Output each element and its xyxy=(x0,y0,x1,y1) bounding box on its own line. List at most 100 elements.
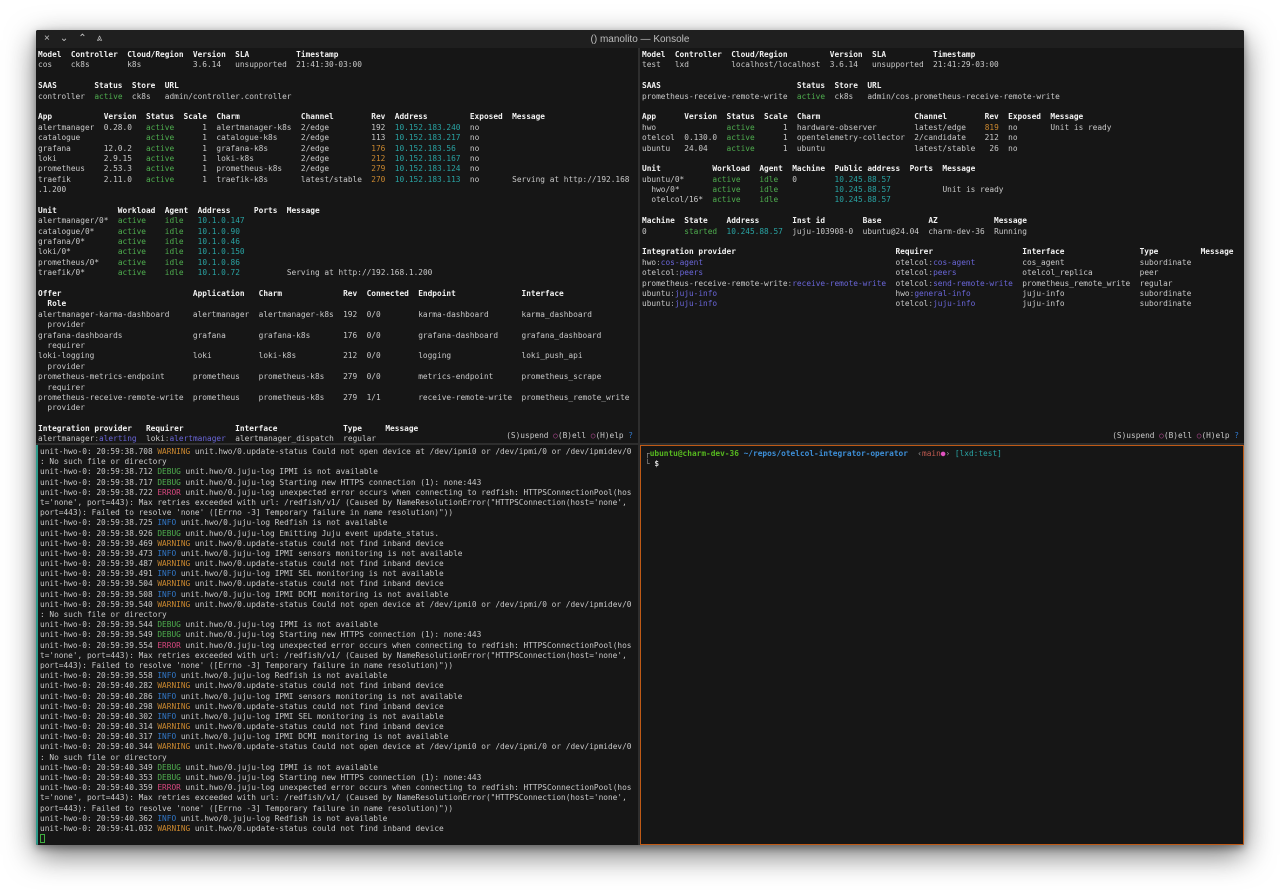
terminal-line: traefik/0* active idle 10.1.0.72 Serving… xyxy=(38,268,638,278)
window-title: () manolito — Konsole xyxy=(36,34,1244,45)
terminal-line: ubuntu:juju-info otelcol:juju-info juju-… xyxy=(642,299,1244,309)
terminal-line: unit-hwo-0: 20:59:38.926 DEBUG unit.hwo/… xyxy=(40,529,638,539)
terminal-line: unit-hwo-0: 20:59:40.298 WARNING unit.hw… xyxy=(40,702,638,712)
terminal-line: ubuntu 24.04 active 1 ubuntu latest/stab… xyxy=(642,144,1244,154)
terminal-line xyxy=(38,279,638,289)
terminal-line: unit-hwo-0: 20:59:39.491 INFO unit.hwo/0… xyxy=(40,569,638,579)
window-controls: × ⌄ ⌃ ⩓ xyxy=(36,30,102,48)
terminal-splits: Model Controller Cloud/Region Version SL… xyxy=(36,48,1244,845)
minimize-icon[interactable]: ⌄ xyxy=(60,30,68,48)
terminal-line: unit-hwo-0: 20:59:39.487 WARNING unit.hw… xyxy=(40,559,638,569)
terminal-line: ubuntu/0* active idle 0 10.245.88.57 xyxy=(642,175,1244,185)
terminal-line: 0 started 10.245.88.57 juju-103908-0 ubu… xyxy=(642,227,1244,237)
terminal-line xyxy=(40,834,638,844)
terminal-line: ubuntu:juju-info hwo:general-info juju-i… xyxy=(642,289,1244,299)
terminal-cursor xyxy=(40,834,45,843)
terminal-line: Unit Workload Agent Address Ports Messag… xyxy=(38,206,638,216)
terminal-line: prometheus/0* active idle 10.1.0.86 xyxy=(38,258,638,268)
terminal-line: : No such file or directory xyxy=(40,753,638,763)
terminal-line xyxy=(38,71,638,81)
shell-prompt: ┌ubuntu@charm-dev-36 ~/repos/otelcol-int… xyxy=(645,449,1243,470)
terminal-line: alertmanager-karma-dashboard alertmanage… xyxy=(38,310,638,320)
terminal-line: unit-hwo-0: 20:59:39.540 WARNING unit.hw… xyxy=(40,600,638,610)
terminal-line: unit-hwo-0: 20:59:39.473 INFO unit.hwo/0… xyxy=(40,549,638,559)
terminal-line: unit-hwo-0: 20:59:39.558 INFO unit.hwo/0… xyxy=(40,671,638,681)
terminal-line xyxy=(38,195,638,205)
terminal-line: unit-hwo-0: 20:59:39.544 DEBUG unit.hwo/… xyxy=(40,620,638,630)
terminal-line: : No such file or directory xyxy=(40,610,638,620)
terminal-line: unit-hwo-0: 20:59:38.712 DEBUG unit.hwo/… xyxy=(40,467,638,477)
terminal-line: unit-hwo-0: 20:59:38.717 DEBUG unit.hwo/… xyxy=(40,478,638,488)
terminal-line: unit-hwo-0: 20:59:40.286 INFO unit.hwo/0… xyxy=(40,692,638,702)
terminal-line: unit-hwo-0: 20:59:39.549 DEBUG unit.hwo/… xyxy=(40,630,638,640)
juju-status-test-output: Model Controller Cloud/Region Version SL… xyxy=(642,50,1244,310)
terminal-line: traefik 2.11.0 active 1 traefik-k8s late… xyxy=(38,175,638,185)
terminal-line: unit-hwo-0: 20:59:40.359 ERROR unit.hwo/… xyxy=(40,783,638,793)
terminal-line xyxy=(642,71,1244,81)
terminal-line: prometheus-receive-remote-write promethe… xyxy=(38,393,638,403)
terminal-line: Machine State Address Inst id Base AZ Me… xyxy=(642,216,1244,226)
terminal-line: unit-hwo-0: 20:59:40.282 WARNING unit.hw… xyxy=(40,681,638,691)
terminal-line: unit-hwo-0: 20:59:40.314 WARNING unit.hw… xyxy=(40,722,638,732)
keep-above-icon[interactable]: ⩓ xyxy=(97,30,103,48)
terminal-line: port=443): Failed to resolve 'none' ([Er… xyxy=(40,661,638,671)
terminal-line: Role xyxy=(38,299,638,309)
terminal-line: App Version Status Scale Charm Channel R… xyxy=(38,112,638,122)
terminal-line: hwo active 1 hardware-observer latest/ed… xyxy=(642,123,1244,133)
terminal-line: .1.200 xyxy=(38,185,638,195)
terminal-line: loki/0* active idle 10.1.0.150 xyxy=(38,247,638,257)
juju-status-cos-output: Model Controller Cloud/Region Version SL… xyxy=(38,50,638,443)
terminal-line: unit-hwo-0: 20:59:39.504 WARNING unit.hw… xyxy=(40,579,638,589)
terminal-line: otelcol/16* active idle 10.245.88.57 xyxy=(642,195,1244,205)
terminal-line: requirer xyxy=(38,383,638,393)
terminal-line xyxy=(38,414,638,424)
terminal-line xyxy=(38,102,638,112)
terminal-line: t='none', port=443): Max retries exceede… xyxy=(40,651,638,661)
terminal-line: Model Controller Cloud/Region Version SL… xyxy=(38,50,638,60)
terminal-line: alertmanager/0* active idle 10.1.0.147 xyxy=(38,216,638,226)
terminal-line: prometheus-metrics-endpoint prometheus p… xyxy=(38,372,638,382)
close-icon[interactable]: × xyxy=(44,30,50,48)
terminal-line: unit-hwo-0: 20:59:38.722 ERROR unit.hwo/… xyxy=(40,488,638,498)
terminal-line: unit-hwo-0: 20:59:39.508 INFO unit.hwo/0… xyxy=(40,590,638,600)
terminal-line: SAAS Status Store URL xyxy=(642,81,1244,91)
titlebar[interactable]: × ⌄ ⌃ ⩓ () manolito — Konsole xyxy=(36,30,1244,48)
maximize-icon[interactable]: ⌃ xyxy=(78,30,86,48)
terminal-line: t='none', port=443): Max retries exceede… xyxy=(40,498,638,508)
terminal-line: unit-hwo-0: 20:59:40.349 DEBUG unit.hwo/… xyxy=(40,763,638,773)
terminal-line: grafana-dashboards grafana grafana-k8s 1… xyxy=(38,331,638,341)
terminal-line: unit-hwo-0: 20:59:38.725 INFO unit.hwo/0… xyxy=(40,518,638,528)
terminal-line: hwo/0* active idle 10.245.88.57 Unit is … xyxy=(642,185,1244,195)
terminal-line: unit-hwo-0: 20:59:40.344 WARNING unit.hw… xyxy=(40,742,638,752)
terminal-line: grafana/0* active idle 10.1.0.46 xyxy=(38,237,638,247)
terminal-line: cos ck8s k8s 3.6.14 unsupported 21:41:30… xyxy=(38,60,638,70)
terminal-line: unit-hwo-0: 20:59:41.032 WARNING unit.hw… xyxy=(40,824,638,834)
terminal-line: unit-hwo-0: 20:59:40.362 INFO unit.hwo/0… xyxy=(40,814,638,824)
konsole-window: × ⌄ ⌃ ⩓ () manolito — Konsole Model Cont… xyxy=(36,30,1244,845)
terminal-line: grafana 12.0.2 active 1 grafana-k8s 2/ed… xyxy=(38,144,638,154)
pane-juju-status-test[interactable]: Model Controller Cloud/Region Version SL… xyxy=(640,48,1244,443)
terminal-line: catalogue/0* active idle 10.1.0.90 xyxy=(38,227,638,237)
terminal-line: loki-logging loki loki-k8s 212 0/0 loggi… xyxy=(38,351,638,361)
pane-shell-prompt[interactable]: ┌ubuntu@charm-dev-36 ~/repos/otelcol-int… xyxy=(640,445,1244,845)
terminal-line: unit-hwo-0: 20:59:39.469 WARNING unit.hw… xyxy=(40,539,638,549)
terminal-line: port=443): Failed to resolve 'none' ([Er… xyxy=(40,804,638,814)
terminal-line: prometheus 2.53.3 active 1 prometheus-k8… xyxy=(38,164,638,174)
terminal-line xyxy=(642,237,1244,247)
terminal-line: Offer Application Charm Rev Connected En… xyxy=(38,289,638,299)
terminal-line: loki 2.9.15 active 1 loki-k8s 2/edge 212… xyxy=(38,154,638,164)
terminal-line: t='none', port=443): Max retries exceede… xyxy=(40,793,638,803)
terminal-line: unit-hwo-0: 20:59:40.317 INFO unit.hwo/0… xyxy=(40,732,638,742)
pane-juju-debug-log[interactable]: unit-hwo-0: 20:59:38.708 WARNING unit.hw… xyxy=(36,445,638,845)
debug-log-output: unit-hwo-0: 20:59:38.708 WARNING unit.hw… xyxy=(40,447,638,844)
terminal-line xyxy=(642,154,1244,164)
terminal-line: SAAS Status Store URL xyxy=(38,81,638,91)
terminal-line: provider xyxy=(38,362,638,372)
terminal-line: test lxd localhost/localhost 3.6.14 unsu… xyxy=(642,60,1244,70)
pane-juju-status-cos[interactable]: Model Controller Cloud/Region Version SL… xyxy=(36,48,638,443)
terminal-line: unit-hwo-0: 20:59:40.353 DEBUG unit.hwo/… xyxy=(40,773,638,783)
terminal-line: (S)uspend ○(B)ell ○(H)elp ? xyxy=(506,431,633,441)
terminal-line: hwo:cos-agent otelcol:cos-agent cos_agen… xyxy=(642,258,1244,268)
terminal-line: (S)uspend ○(B)ell ○(H)elp ? xyxy=(1112,431,1239,441)
terminal-line: unit-hwo-0: 20:59:40.302 INFO unit.hwo/0… xyxy=(40,712,638,722)
